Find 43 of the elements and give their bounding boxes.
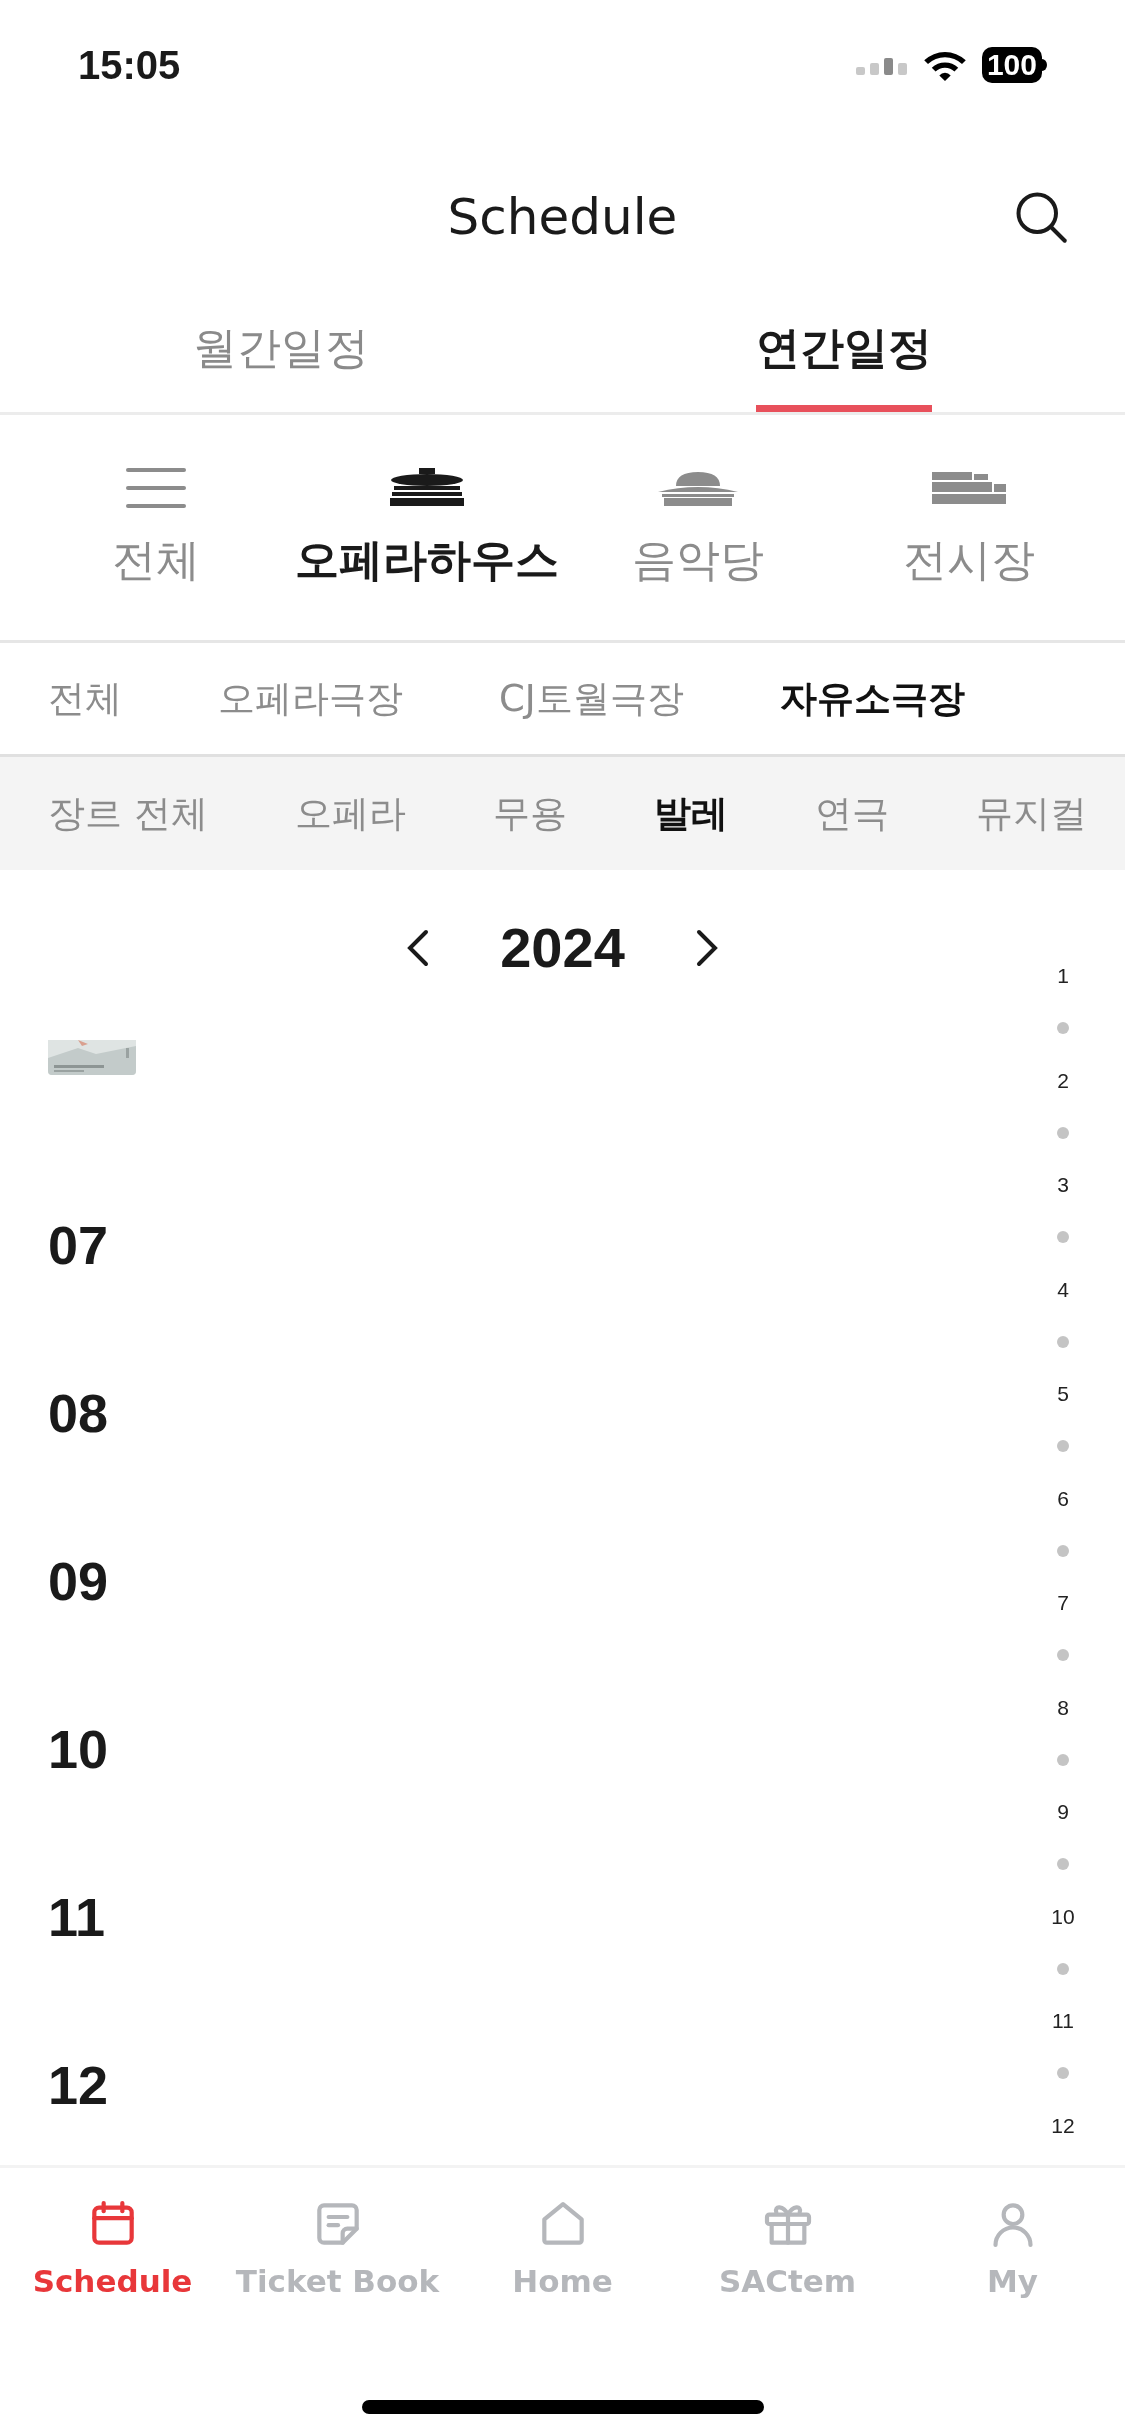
month-index-item[interactable]: 5 [1057, 1378, 1069, 1410]
genre-tab[interactable]: 장르 전체 [48, 785, 208, 842]
month-heading: 12 [48, 2053, 109, 2117]
venue-tab[interactable]: 전시장 [833, 415, 1105, 640]
month-heading: 09 [48, 1549, 109, 1613]
genre-tab[interactable]: 뮤지컬 [976, 785, 1087, 842]
venue-tab[interactable]: 오페라하우스 [291, 415, 563, 640]
month-index-item[interactable]: 12 [1051, 2109, 1075, 2142]
month-index-item[interactable]: 1 [1057, 960, 1069, 992]
genre-tab[interactable]: 발레 [653, 785, 728, 842]
building-icon [932, 471, 1007, 504]
month-index-item[interactable]: 6 [1057, 1482, 1069, 1515]
nav-tab[interactable]: Schedule [0, 2196, 225, 2305]
view-tab[interactable]: 월간일정 [193, 302, 370, 412]
view-tab[interactable]: 연간일정 [755, 302, 932, 412]
status-time: 15:05 [78, 42, 181, 89]
hall-tab[interactable]: 오페라극장 [218, 670, 403, 727]
month-heading: 07 [48, 1213, 109, 1277]
genre-tab[interactable]: 무용 [492, 785, 567, 842]
battery-level: 100 [981, 47, 1042, 83]
year-label: 2024 [500, 915, 625, 981]
genre-tab[interactable]: 오페라 [294, 785, 406, 842]
building-icon [387, 467, 466, 508]
month-index-item[interactable]: 9 [1057, 1796, 1069, 1828]
month-index-item[interactable]: 8 [1057, 1691, 1069, 1724]
venue-tab[interactable]: 전체 [20, 415, 292, 640]
month-index-item[interactable]: 10 [1051, 1900, 1075, 1933]
genre-tab[interactable]: 연극 [814, 785, 889, 842]
hall-tab[interactable]: 자유소극장 [779, 670, 965, 727]
month-index-item[interactable]: 2 [1057, 1064, 1069, 1097]
hall-tab[interactable]: 전체 [48, 670, 122, 727]
month-index-item[interactable]: 4 [1057, 1273, 1069, 1306]
month-heading: 11 [48, 1885, 106, 1949]
month-heading: 10 [48, 1717, 109, 1781]
month-index-item[interactable]: 3 [1057, 1169, 1069, 1201]
month-index-item[interactable]: 7 [1057, 1587, 1069, 1619]
month-heading: 08 [48, 1381, 109, 1445]
battery-cap-icon [1042, 59, 1047, 71]
venue-tab[interactable]: 음악당 [562, 415, 834, 640]
page-title: Schedule [447, 186, 678, 248]
hall-tab[interactable]: CJ토월극장 [499, 670, 684, 727]
month-index-item[interactable]: 11 [1052, 2005, 1074, 2037]
signal-icon [855, 55, 908, 75]
